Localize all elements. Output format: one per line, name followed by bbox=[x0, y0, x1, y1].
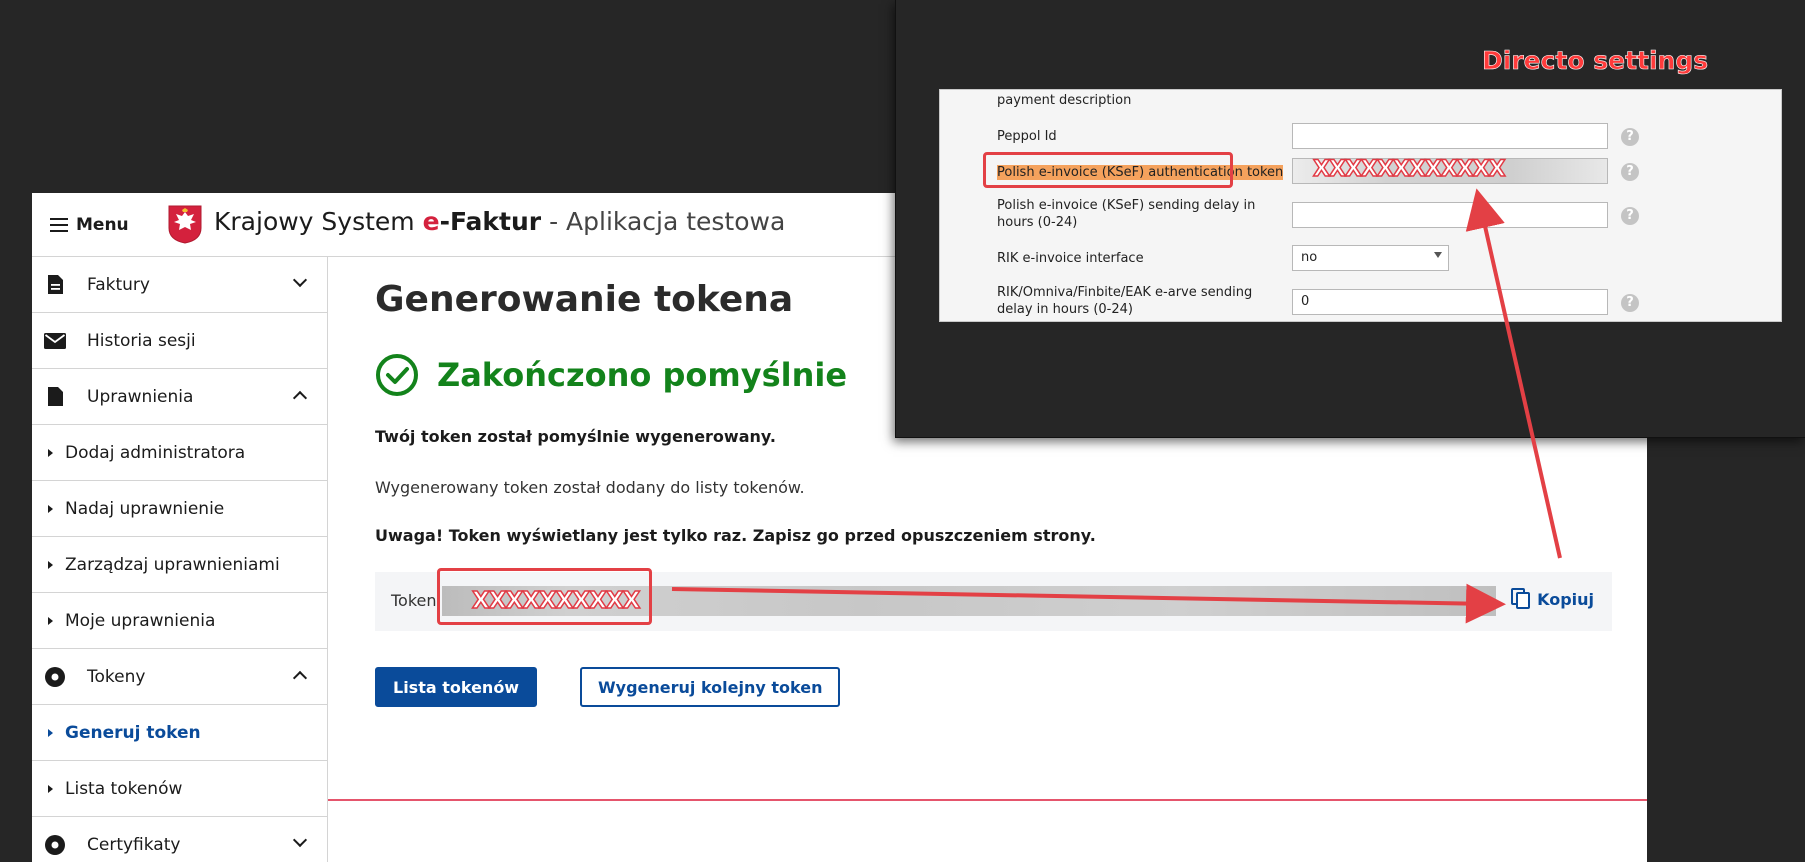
chevron-up-icon bbox=[292, 390, 308, 406]
ksef-token-input[interactable]: XXXXXXXXXXXX bbox=[1292, 156, 1608, 184]
sidebar-item-dodaj-administratora[interactable]: Dodaj administratora bbox=[32, 425, 327, 481]
rik-delay-value: 0 bbox=[1301, 294, 1310, 309]
check-circle-icon bbox=[376, 354, 418, 396]
rik-interface-label: RIK e-invoice interface bbox=[997, 251, 1144, 266]
copy-icon bbox=[1511, 588, 1531, 609]
sidebar-item-faktury[interactable]: Faktury bbox=[32, 257, 327, 313]
bullet-triangle-icon bbox=[48, 728, 53, 737]
sidebar-item-label: Generuj token bbox=[65, 722, 201, 743]
sidebar-item-lista-tokenow[interactable]: Lista tokenów bbox=[32, 761, 327, 817]
sidebar-item-label: Moje uprawnienia bbox=[65, 610, 216, 631]
copy-label: Kopiuj bbox=[1537, 589, 1594, 609]
help-icon[interactable]: ? bbox=[1621, 294, 1639, 312]
bullet-triangle-icon bbox=[48, 616, 53, 625]
help-icon[interactable]: ? bbox=[1621, 128, 1639, 146]
ksef-delay-input[interactable] bbox=[1292, 202, 1608, 228]
page-title: Generowanie tokena bbox=[375, 279, 794, 320]
sidebar-item-moje-uprawnienia[interactable]: Moje uprawnienia bbox=[32, 593, 327, 649]
rik-interface-value: no bbox=[1301, 250, 1318, 265]
disc-icon bbox=[44, 666, 66, 688]
app-brand: Krajowy System e-Faktur - Aplikacja test… bbox=[214, 207, 785, 236]
dropdown-arrow-icon bbox=[1434, 252, 1442, 258]
sidebar-item-label: Uprawnienia bbox=[87, 386, 194, 407]
directo-annotation-title: Directo settings bbox=[1482, 46, 1709, 76]
document-icon bbox=[44, 274, 66, 296]
token-added-message: Wygenerowany token został dodany do list… bbox=[375, 478, 805, 497]
generate-another-token-button[interactable]: Wygeneruj kolejny token bbox=[580, 667, 841, 707]
envelope-icon bbox=[44, 330, 66, 352]
brand-e: e bbox=[422, 207, 440, 236]
sidebar-item-certyfikaty[interactable]: Certyfikaty bbox=[32, 817, 327, 862]
document-icon bbox=[44, 386, 66, 408]
sidebar-item-label: Lista tokenów bbox=[65, 778, 183, 799]
rik-delay-label: RIK/Omniva/Finbite/EAK e-arve sending de… bbox=[997, 285, 1253, 317]
chevron-up-icon bbox=[292, 670, 308, 686]
brand-faktur: -Faktur bbox=[439, 207, 542, 236]
ksef-token-redaction: XXXXXXXXXXXX bbox=[1312, 156, 1506, 183]
footer-divider bbox=[328, 799, 1647, 801]
sidebar-item-label: Historia sesji bbox=[87, 330, 196, 351]
token-label: Token bbox=[391, 591, 437, 610]
hamburger-icon bbox=[50, 218, 68, 232]
polish-eagle-logo-icon bbox=[168, 205, 202, 244]
chevron-down-icon bbox=[292, 272, 308, 288]
bullet-triangle-icon bbox=[48, 784, 53, 793]
sidebar-item-uprawnienia[interactable]: Uprawnienia bbox=[32, 369, 327, 425]
peppol-id-label: Peppol Id bbox=[997, 129, 1057, 144]
token-highlight-annotation bbox=[437, 568, 652, 625]
directo-settings-window: Directo settings payment description Pep… bbox=[895, 0, 1805, 438]
success-banner: Zakończono pomyślnie bbox=[375, 353, 847, 397]
token-generated-message: Twój token został pomyślnie wygenerowany… bbox=[375, 427, 776, 446]
warning-message: Uwaga! Token wyświetlany jest tylko raz.… bbox=[375, 526, 1096, 545]
help-icon[interactable]: ? bbox=[1621, 207, 1639, 225]
sidebar-item-historia-sesji[interactable]: Historia sesji bbox=[32, 313, 327, 369]
copy-button[interactable]: Kopiuj bbox=[1511, 588, 1594, 610]
sidebar-item-label: Certyfikaty bbox=[87, 834, 181, 855]
bullet-triangle-icon bbox=[48, 560, 53, 569]
sidebar-item-label: Faktury bbox=[87, 274, 150, 295]
help-icon[interactable]: ? bbox=[1621, 163, 1639, 181]
rik-delay-input[interactable]: 0 bbox=[1292, 289, 1608, 315]
rik-interface-select[interactable]: no bbox=[1292, 245, 1449, 271]
sidebar-item-label: Nadaj uprawnienie bbox=[65, 498, 225, 519]
sidebar-item-generuj-token[interactable]: Generuj token bbox=[32, 705, 327, 761]
ksef-delay-label: Polish e-invoice (KSeF) sending delay in… bbox=[997, 198, 1256, 230]
sidebar-item-tokeny[interactable]: Tokeny bbox=[32, 649, 327, 705]
disc-icon bbox=[44, 834, 66, 856]
menu-label: Menu bbox=[76, 215, 129, 235]
brand-subtitle: - Aplikacja testowa bbox=[541, 207, 786, 236]
sidebar-item-zarzadzaj-uprawnieniami[interactable]: Zarządzaj uprawnieniami bbox=[32, 537, 327, 593]
ksef-label-highlight-annotation bbox=[983, 152, 1233, 188]
sidebar-item-label: Tokeny bbox=[87, 666, 146, 687]
brand-part1: Krajowy System bbox=[214, 207, 423, 236]
sidebar-item-nadaj-uprawnienie[interactable]: Nadaj uprawnienie bbox=[32, 481, 327, 537]
chevron-down-icon bbox=[292, 832, 308, 848]
sidebar-item-label: Dodaj administratora bbox=[65, 442, 246, 463]
bullet-triangle-icon bbox=[48, 504, 53, 513]
bullet-triangle-icon bbox=[48, 448, 53, 457]
sidebar: Faktury Historia sesji Uprawnienia Dodaj… bbox=[32, 257, 328, 862]
token-list-button[interactable]: Lista tokenów bbox=[375, 667, 538, 707]
sidebar-item-label: Zarządzaj uprawnieniami bbox=[65, 554, 280, 575]
directo-settings-panel: payment description Peppol Id ? Polish e… bbox=[939, 89, 1782, 322]
peppol-id-input[interactable] bbox=[1292, 123, 1608, 149]
payment-description-label: payment description bbox=[997, 93, 1132, 108]
success-text: Zakończono pomyślnie bbox=[437, 356, 848, 394]
menu-button[interactable]: Menu bbox=[50, 211, 129, 239]
